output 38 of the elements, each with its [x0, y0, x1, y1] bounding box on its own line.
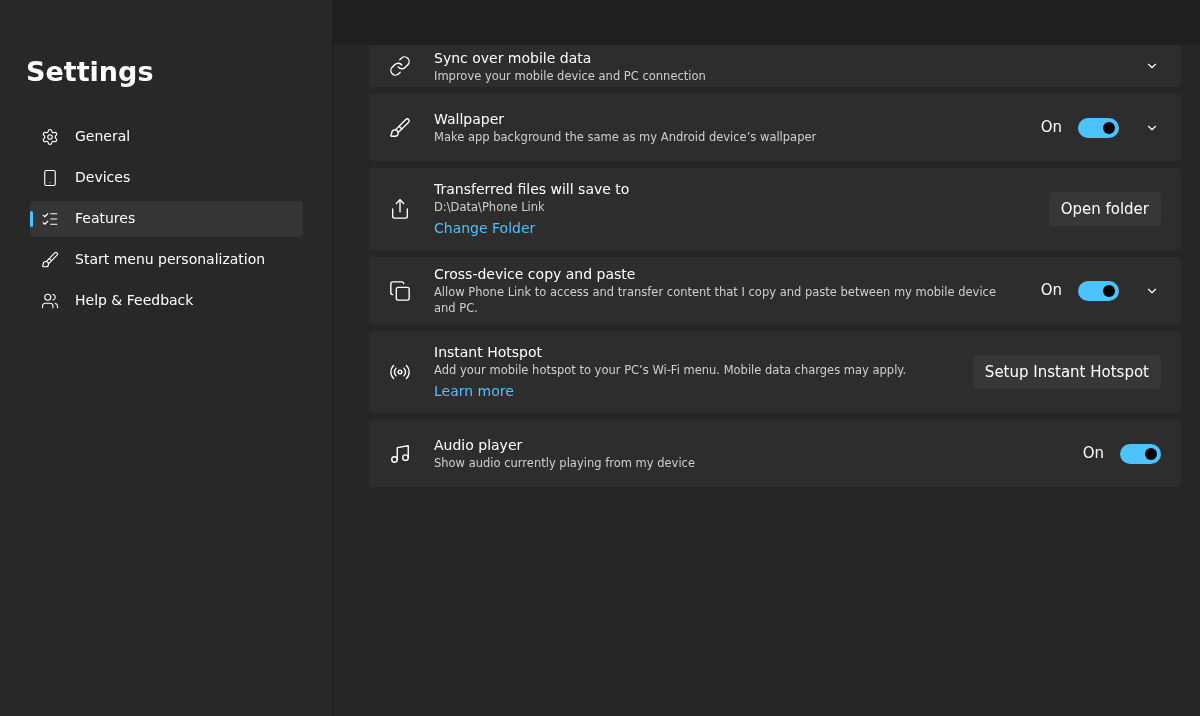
- toggle-label: On: [1082, 443, 1104, 465]
- setting-description: Make app background the same as my Android device’s wallpaper: [434, 129, 818, 145]
- brush-icon: [41, 250, 59, 269]
- toggle-switch[interactable]: [1078, 280, 1119, 301]
- toggle-label: On: [1040, 117, 1062, 139]
- share-icon: [389, 198, 411, 220]
- selection-indicator: [30, 210, 33, 227]
- setting-title: Cross-device copy and paste: [434, 265, 637, 284]
- setting-title: Wallpaper: [434, 110, 506, 129]
- setting-description: D:\Data\Phone Link: [434, 198, 546, 215]
- toggle-switch[interactable]: [1078, 117, 1119, 138]
- phone-icon: [41, 168, 59, 187]
- setting-description: Improve your mobile device and PC connection: [434, 67, 707, 84]
- sidebar-item[interactable]: Start menu personalization: [30, 241, 303, 278]
- settings-title: Settings: [26, 55, 155, 89]
- setting-title: Instant Hotspot: [434, 342, 543, 362]
- brush-icon: [389, 116, 411, 139]
- setting-description: Add your mobile hotspot to your PC’s Wi-Fi menu. Mobile data charges may apply.: [434, 361, 908, 378]
- copy-icon: [389, 279, 411, 302]
- people-icon: [41, 291, 59, 310]
- setting-title: Audio player: [434, 436, 524, 455]
- sidebar-item[interactable]: Features: [30, 200, 303, 237]
- sidebar-item[interactable]: Devices: [30, 159, 303, 196]
- toggle-label: On: [1040, 280, 1062, 302]
- sidebar-item[interactable]: Help & Feedback: [30, 282, 303, 319]
- link-icon: [389, 55, 411, 77]
- setting-title: Transferred files will save to: [434, 179, 631, 199]
- setting-title: Sync over mobile data: [434, 48, 593, 68]
- action-button[interactable]: Setup Instant Hotspot: [972, 354, 1161, 390]
- setting-link[interactable]: Learn more: [434, 380, 973, 402]
- setting-description: Allow Phone Link to access and transfer content that I copy and paste between my mobile device and PC.: [434, 284, 998, 316]
- setting-link[interactable]: Change Folder: [434, 217, 1049, 239]
- gear-icon: [41, 127, 59, 146]
- setting-description: Show audio currently playing from my device: [434, 455, 696, 471]
- sidebar-item[interactable]: General: [30, 118, 303, 155]
- toggle-switch[interactable]: [1120, 443, 1161, 464]
- music-icon: [389, 442, 411, 465]
- action-button[interactable]: Open folder: [1048, 191, 1161, 227]
